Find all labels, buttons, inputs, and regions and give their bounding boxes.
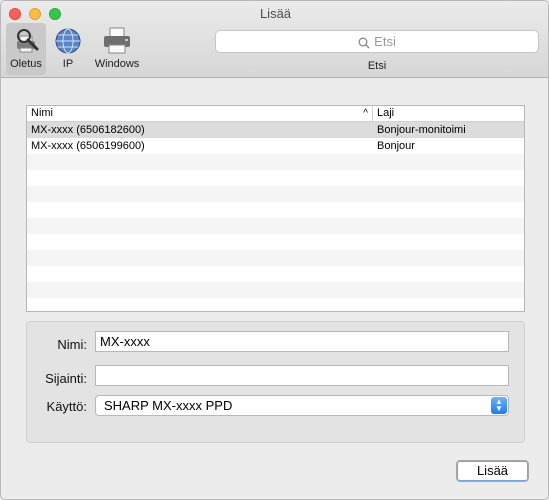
- window-title: Lisää: [259, 6, 292, 21]
- table-row[interactable]: MX-xxxx (6506199600) Bonjour: [27, 138, 524, 154]
- table-row: [27, 186, 524, 202]
- table-row: [27, 218, 524, 234]
- table-row: [27, 154, 524, 170]
- table-row: [27, 266, 524, 282]
- toolbar-windows-label: Windows: [94, 58, 140, 70]
- column-header-name[interactable]: Nimi ^: [27, 106, 373, 121]
- search-field[interactable]: Etsi: [215, 30, 539, 53]
- toolbar-windows-button[interactable]: Windows: [90, 23, 144, 75]
- search-caption: Etsi: [367, 60, 387, 72]
- name-label: Nimi:: [57, 337, 87, 352]
- chevron-updown-icon: ▲ ▼: [491, 397, 507, 414]
- driver-select-value: SHARP MX-xxxx PPD: [104, 398, 233, 413]
- toolbar-default-button[interactable]: Oletus: [6, 23, 46, 75]
- column-header-kind[interactable]: Laji: [373, 106, 394, 121]
- toolbar-default-label: Oletus: [10, 58, 42, 70]
- table-header: Nimi ^ Laji: [27, 106, 524, 122]
- table-row: [27, 298, 524, 311]
- table-row: [27, 250, 524, 266]
- printer-name-cell: MX-xxxx (6506182600): [31, 124, 145, 136]
- table-body: MX-xxxx (6506182600) Bonjour-monitoimi M…: [27, 122, 524, 311]
- toolbar-ip-button[interactable]: IP: [51, 23, 85, 75]
- printer-icon: [104, 27, 130, 54]
- printer-kind-cell: Bonjour-monitoimi: [377, 124, 466, 136]
- default-printer-icon: [17, 29, 39, 53]
- column-header-name-label: Nimi: [31, 107, 53, 119]
- table-row: [27, 282, 524, 298]
- driver-select[interactable]: SHARP MX-xxxx PPD ▲ ▼: [95, 395, 509, 416]
- location-field[interactable]: [95, 365, 509, 386]
- location-label: Sijainti:: [45, 371, 87, 386]
- add-printer-window: Lisää Oletus IP Windows Etsi Etsi Nimi ^…: [0, 0, 549, 500]
- table-row[interactable]: MX-xxxx (6506182600) Bonjour-monitoimi: [27, 122, 524, 138]
- printer-list-table[interactable]: Nimi ^ Laji MX-xxxx (6506182600) Bonjour…: [26, 105, 525, 312]
- table-row: [27, 170, 524, 186]
- toolbar: Lisää Oletus IP Windows Etsi Etsi: [1, 1, 548, 78]
- name-field[interactable]: MX-xxxx: [95, 331, 509, 352]
- table-row: [27, 202, 524, 218]
- table-row: [27, 234, 524, 250]
- printer-name-cell: MX-xxxx (6506199600): [31, 140, 145, 152]
- sort-ascending-icon: ^: [363, 108, 368, 119]
- add-button[interactable]: Lisää: [456, 460, 529, 482]
- globe-icon: [55, 28, 81, 54]
- use-label: Käyttö:: [46, 399, 87, 414]
- search-icon: [358, 37, 370, 49]
- printer-kind-cell: Bonjour: [377, 140, 415, 152]
- search-placeholder: Etsi: [374, 34, 396, 49]
- toolbar-ip-label: IP: [62, 58, 74, 70]
